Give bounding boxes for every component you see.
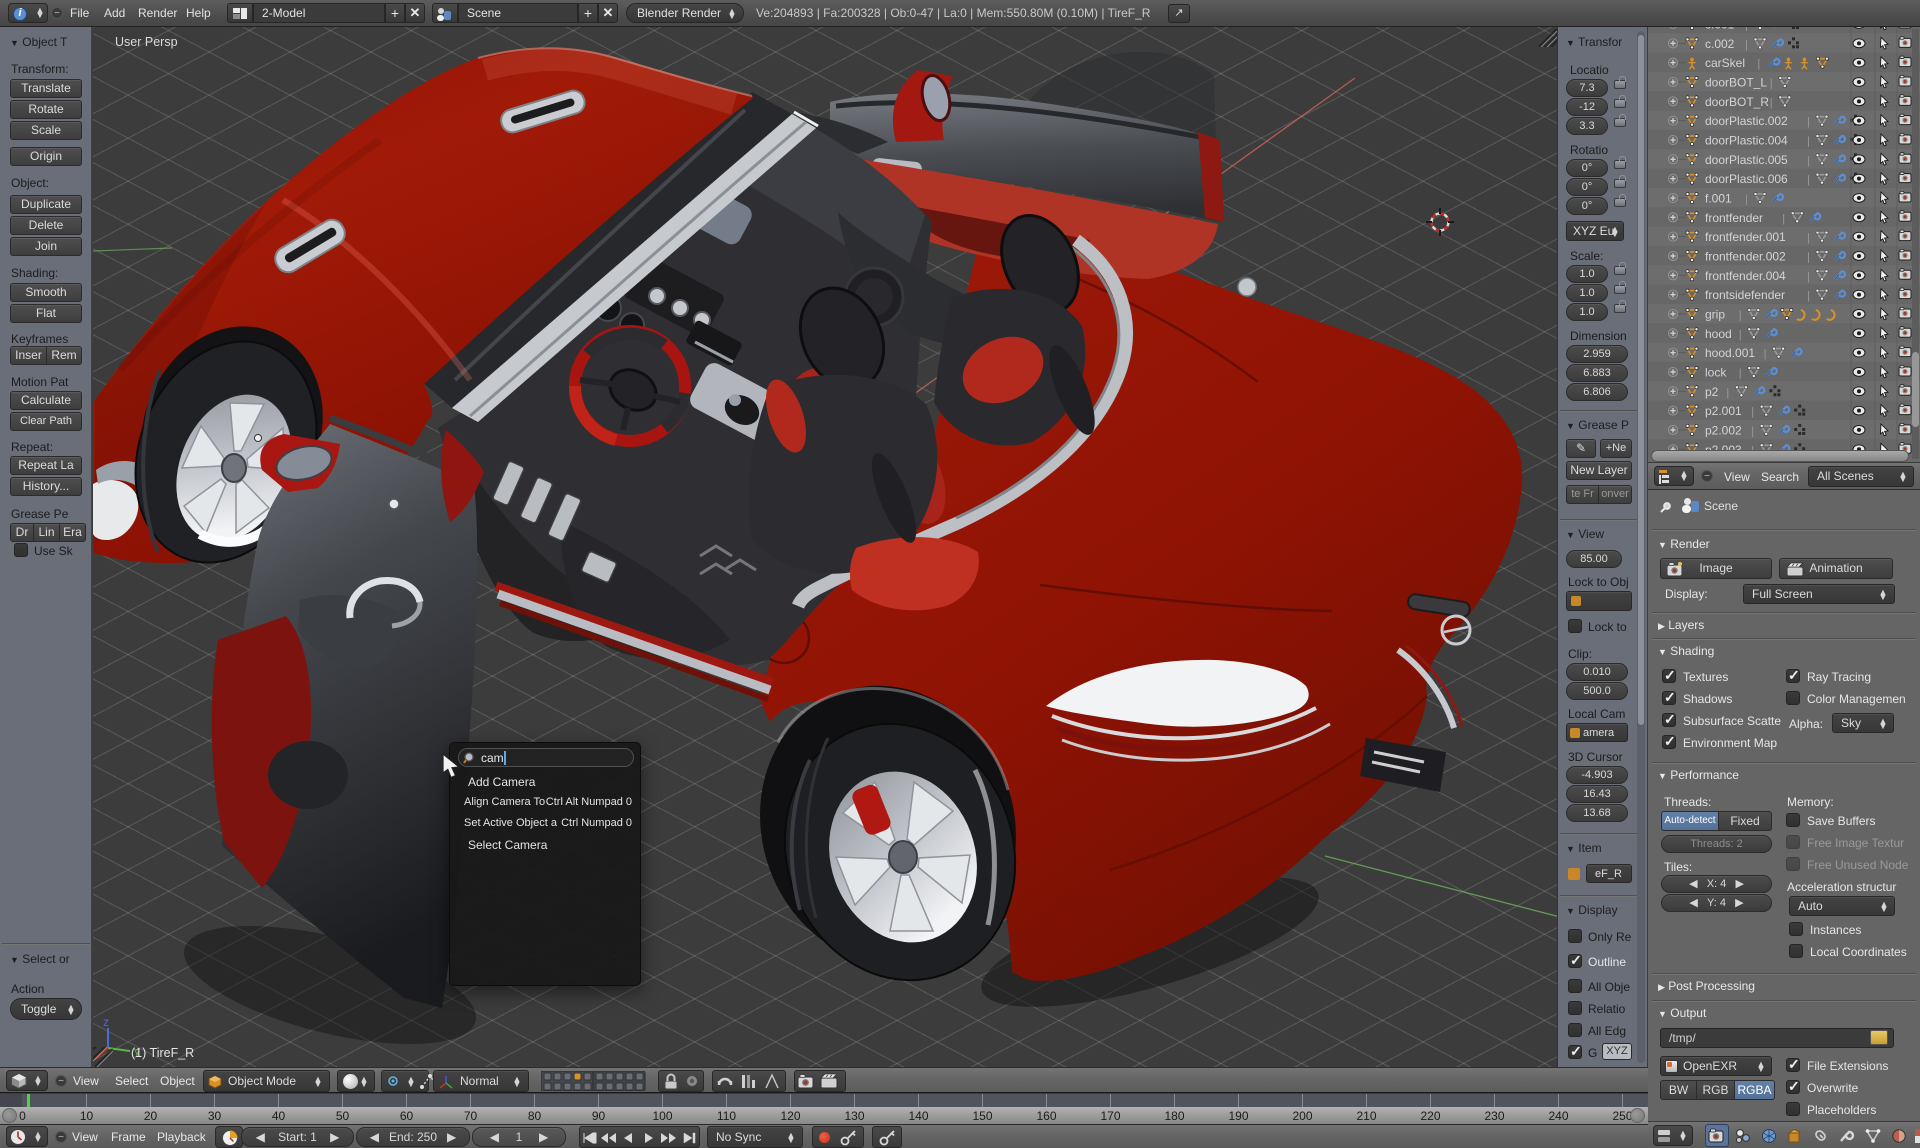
svg-text:|: | xyxy=(1807,251,1810,263)
svg-text:|: | xyxy=(1726,387,1729,399)
svg-text:110: 110 xyxy=(717,1109,736,1123)
svg-text:10: 10 xyxy=(80,1109,94,1123)
svg-text:220: 220 xyxy=(1420,1109,1440,1123)
svg-text:|: | xyxy=(1739,309,1742,321)
svg-text:z: z xyxy=(103,1015,109,1029)
svg-text:|: | xyxy=(1739,329,1742,341)
svg-text:30: 30 xyxy=(208,1109,222,1123)
svg-text:200: 200 xyxy=(1292,1109,1312,1123)
svg-text:50: 50 xyxy=(336,1109,350,1123)
svg-text:lock: lock xyxy=(1705,365,1727,379)
svg-text:|: | xyxy=(1751,406,1754,418)
svg-text:doorBOT_R: doorBOT_R xyxy=(1705,95,1769,109)
svg-text:|: | xyxy=(1745,27,1748,32)
svg-text:|: | xyxy=(1807,174,1810,186)
svg-text:40: 40 xyxy=(272,1109,286,1123)
svg-text:210: 210 xyxy=(1356,1109,1376,1123)
svg-text:f.001: f.001 xyxy=(1705,191,1732,205)
svg-text:70: 70 xyxy=(464,1109,478,1123)
svg-text:frontfender.002: frontfender.002 xyxy=(1705,249,1786,263)
svg-text:140: 140 xyxy=(908,1109,928,1123)
svg-text:|: | xyxy=(1770,77,1773,89)
svg-text:doorPlastic.005: doorPlastic.005 xyxy=(1705,153,1788,167)
svg-text:doorBOT_L: doorBOT_L xyxy=(1705,75,1767,89)
svg-text:|: | xyxy=(1751,425,1754,437)
svg-text:80: 80 xyxy=(528,1109,542,1123)
svg-text:180: 180 xyxy=(1164,1109,1184,1123)
svg-text:|: | xyxy=(1807,116,1810,128)
svg-text:240: 240 xyxy=(1548,1109,1568,1123)
svg-text:90: 90 xyxy=(592,1109,606,1123)
svg-text:carSkel: carSkel xyxy=(1705,56,1745,70)
svg-text:hood: hood xyxy=(1705,327,1732,341)
svg-text:doorPlastic.002: doorPlastic.002 xyxy=(1705,114,1788,128)
svg-text:|: | xyxy=(1739,367,1742,379)
svg-text:c.002: c.002 xyxy=(1705,37,1735,51)
svg-text:|: | xyxy=(1770,97,1773,109)
svg-text:|: | xyxy=(1745,193,1748,205)
svg-text:190: 190 xyxy=(1228,1109,1248,1123)
svg-text:doorPlastic.006: doorPlastic.006 xyxy=(1705,172,1788,186)
svg-text:|: | xyxy=(1782,213,1785,225)
svg-text:170: 170 xyxy=(1100,1109,1120,1123)
svg-text:frontfender: frontfender xyxy=(1705,211,1763,225)
svg-text:frontsidefender: frontsidefender xyxy=(1705,288,1785,302)
svg-text:p2.002: p2.002 xyxy=(1705,423,1742,437)
svg-text:grip: grip xyxy=(1705,307,1725,321)
svg-text:|: | xyxy=(1745,39,1748,51)
svg-text:20: 20 xyxy=(144,1109,158,1123)
svg-text:|: | xyxy=(1807,232,1810,244)
svg-text:c.001: c.001 xyxy=(1705,27,1735,32)
svg-text:|: | xyxy=(1807,135,1810,147)
svg-text:160: 160 xyxy=(1036,1109,1056,1123)
svg-text:User Persp: User Persp xyxy=(115,35,178,49)
svg-text:(1) TireF_R: (1) TireF_R xyxy=(131,1046,194,1060)
svg-text:frontfender.001: frontfender.001 xyxy=(1705,230,1786,244)
svg-text:100: 100 xyxy=(652,1109,672,1123)
svg-text:120: 120 xyxy=(780,1109,800,1123)
svg-text:frontfender.004: frontfender.004 xyxy=(1705,269,1786,283)
svg-text:230: 230 xyxy=(1484,1109,1504,1123)
svg-text:|: | xyxy=(1807,290,1810,302)
svg-text:|: | xyxy=(1757,58,1760,70)
svg-text:60: 60 xyxy=(400,1109,414,1123)
svg-text:|: | xyxy=(1807,155,1810,167)
svg-text:150: 150 xyxy=(972,1109,992,1123)
svg-text:p2.001: p2.001 xyxy=(1705,404,1742,418)
svg-text:|: | xyxy=(1764,348,1767,360)
svg-text:p2: p2 xyxy=(1705,385,1719,399)
svg-text:doorPlastic.004: doorPlastic.004 xyxy=(1705,133,1788,147)
svg-text:|: | xyxy=(1807,271,1810,283)
svg-text:130: 130 xyxy=(844,1109,864,1123)
svg-text:hood.001: hood.001 xyxy=(1705,346,1755,360)
svg-text:0: 0 xyxy=(19,1109,26,1123)
